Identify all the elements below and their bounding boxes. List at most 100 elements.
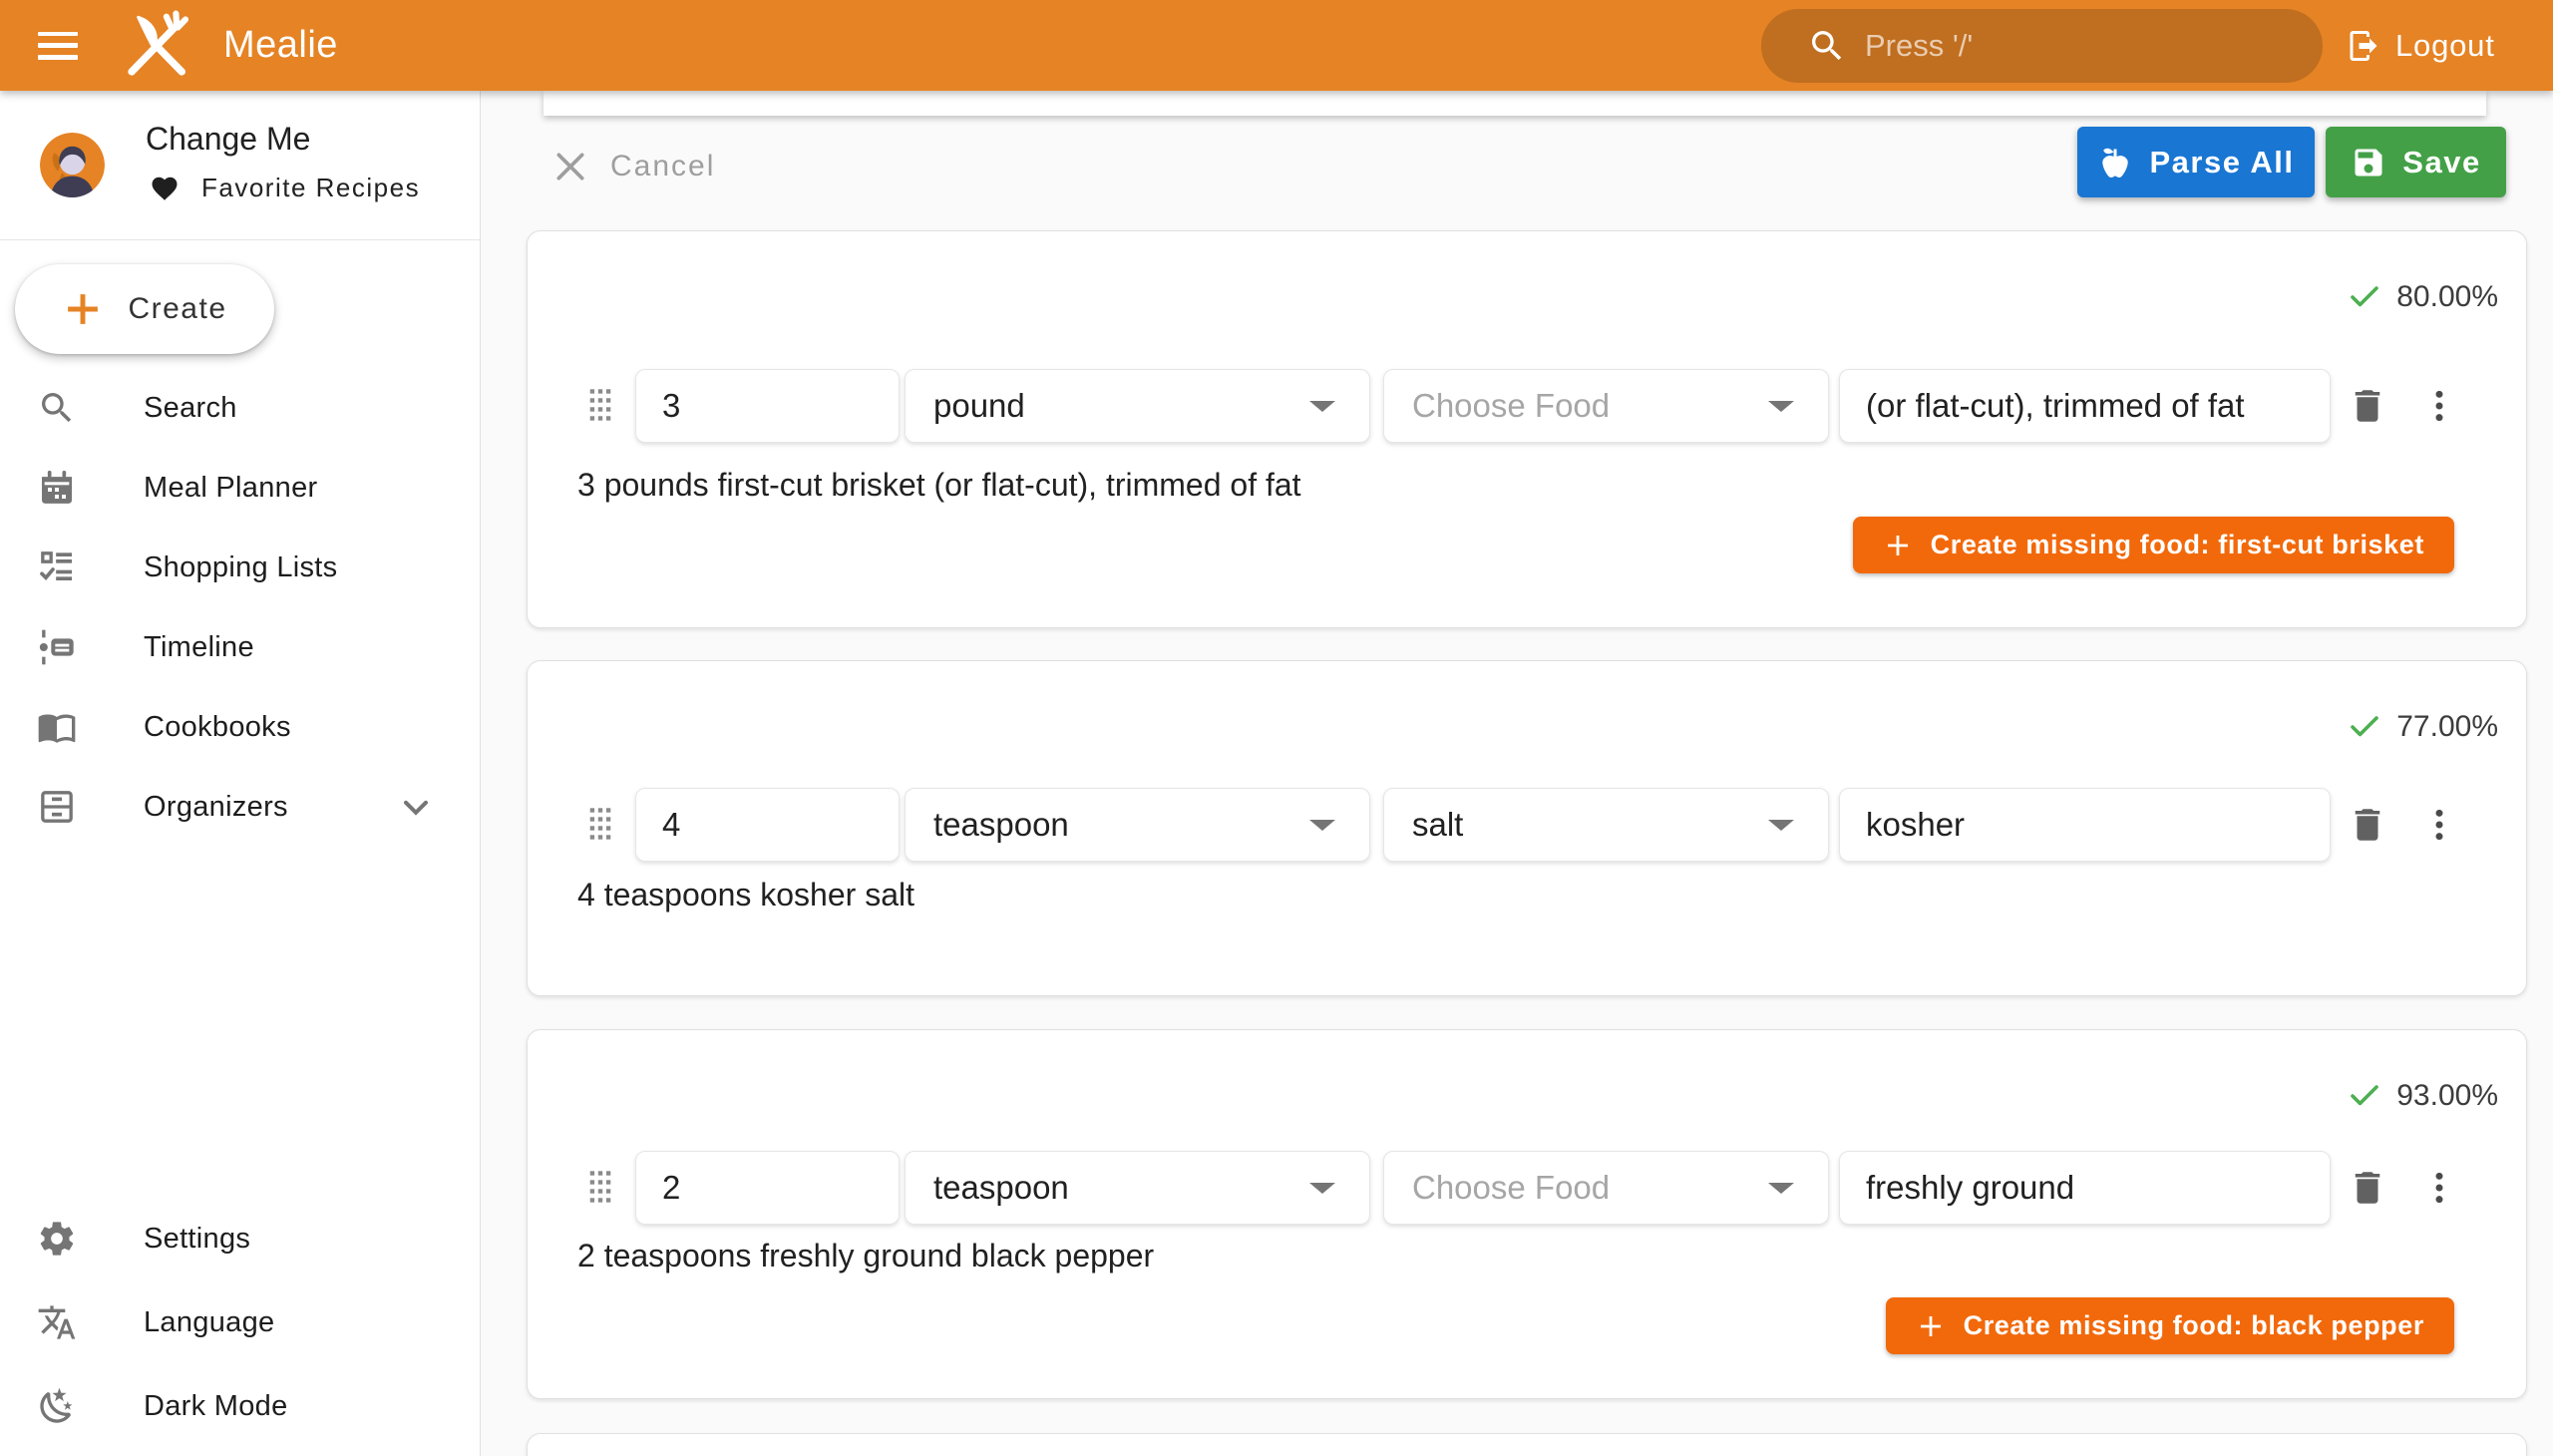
sidebar-item-cookbooks[interactable]: Cookbooks — [0, 687, 480, 767]
hamburger-menu-icon[interactable] — [38, 32, 78, 60]
delete-ingredient-button[interactable] — [2343, 797, 2392, 853]
more-options-button[interactable] — [2414, 1160, 2464, 1216]
dropdown-arrow-icon — [1309, 401, 1335, 412]
sidebar-item-label: Organizers — [144, 791, 288, 824]
note-input[interactable] — [1839, 788, 2331, 862]
kebab-menu-icon — [2419, 1168, 2459, 1208]
checklist-icon — [37, 547, 77, 587]
confidence-value: 80.00% — [2396, 280, 2498, 314]
unit-select[interactable]: teaspoon — [905, 788, 1370, 862]
apple-icon — [2097, 145, 2133, 181]
sidebar-item-label: Shopping Lists — [144, 551, 337, 584]
food-value: salt — [1412, 806, 1463, 844]
food-select[interactable]: salt — [1383, 788, 1829, 862]
sidebar-item-label: Search — [144, 392, 237, 425]
sidebar-item-label: Settings — [144, 1223, 250, 1256]
cancel-label: Cancel — [610, 150, 715, 183]
favorite-recipes-link[interactable]: Favorite Recipes — [150, 173, 420, 203]
logout-button[interactable]: Logout — [2346, 0, 2495, 91]
drag-handle-icon[interactable] — [587, 388, 613, 424]
mealie-logo-icon — [120, 9, 193, 83]
dropdown-arrow-icon — [1309, 820, 1335, 831]
sidebar-item-shopping-lists[interactable]: Shopping Lists — [0, 528, 480, 607]
food-select[interactable]: Choose Food — [1383, 1151, 1829, 1225]
quantity-input[interactable] — [635, 1151, 900, 1225]
cabinet-icon — [37, 787, 77, 827]
moon-icon — [37, 1386, 77, 1426]
check-icon — [2347, 709, 2382, 745]
favorite-recipes-label: Favorite Recipes — [201, 173, 420, 203]
ingredient-card: 77.00% teaspoon salt 4 teaspoons kos — [527, 660, 2527, 996]
search-bar[interactable] — [1761, 9, 2323, 83]
sidebar-item-language[interactable]: Language — [0, 1280, 480, 1364]
translate-icon — [37, 1302, 77, 1342]
more-options-button[interactable] — [2414, 378, 2464, 434]
logout-icon — [2346, 28, 2381, 64]
kebab-menu-icon — [2419, 805, 2459, 845]
sidebar: Change Me Favorite Recipes Create Search… — [0, 91, 481, 1456]
confidence-indicator: 93.00% — [2347, 1078, 2498, 1114]
create-button[interactable]: Create — [15, 264, 274, 354]
trash-icon — [2347, 804, 2388, 846]
quantity-input[interactable] — [635, 788, 900, 862]
heart-icon — [150, 174, 180, 203]
sidebar-nav: Search Meal Planner Shopping Lists — [0, 368, 480, 847]
cancel-button[interactable]: Cancel — [550, 139, 715, 194]
search-icon — [37, 388, 77, 428]
sidebar-item-label: Language — [144, 1306, 274, 1339]
gear-icon — [37, 1219, 77, 1259]
parse-all-button[interactable]: Parse All — [2077, 127, 2315, 197]
save-button[interactable]: Save — [2326, 127, 2506, 197]
sidebar-item-settings[interactable]: Settings — [0, 1197, 480, 1280]
save-disk-icon — [2351, 145, 2386, 181]
dropdown-arrow-icon — [1768, 820, 1794, 831]
plus-icon — [1916, 1311, 1946, 1341]
delete-ingredient-button[interactable] — [2343, 1160, 2392, 1216]
check-icon — [2347, 1078, 2382, 1114]
ingredient-field-row: teaspoon Choose Food — [528, 1151, 2526, 1225]
ingredient-card: 80.00% pound Choose Food 3 pounds fi — [527, 230, 2527, 628]
close-icon — [550, 147, 590, 186]
more-options-button[interactable] — [2414, 797, 2464, 853]
unit-value: teaspoon — [933, 806, 1069, 844]
plus-icon — [62, 288, 104, 330]
user-name: Change Me — [146, 121, 310, 158]
sidebar-item-search[interactable]: Search — [0, 368, 480, 448]
drag-handle-icon[interactable] — [587, 807, 613, 843]
note-input[interactable] — [1839, 369, 2331, 443]
sidebar-item-timeline[interactable]: Timeline — [0, 607, 480, 687]
original-ingredient-text: 3 pounds first-cut brisket (or flat-cut)… — [577, 467, 1301, 504]
delete-ingredient-button[interactable] — [2343, 378, 2392, 434]
search-input[interactable] — [1865, 28, 2293, 64]
profile-section: Change Me Favorite Recipes — [0, 91, 480, 240]
user-avatar[interactable] — [40, 133, 105, 197]
confidence-value: 77.00% — [2396, 710, 2498, 744]
note-input[interactable] — [1839, 1151, 2331, 1225]
ingredient-field-row: teaspoon salt — [528, 788, 2526, 862]
original-ingredient-text: 4 teaspoons kosher salt — [577, 877, 914, 913]
app-bar: Mealie Logout — [0, 0, 2553, 91]
confidence-indicator: 80.00% — [2347, 279, 2498, 315]
quantity-input[interactable] — [635, 369, 900, 443]
calendar-icon — [37, 468, 77, 508]
unit-select[interactable]: teaspoon — [905, 1151, 1370, 1225]
parse-all-label: Parse All — [2149, 145, 2294, 181]
app-title: Mealie — [223, 24, 338, 67]
logout-label: Logout — [2395, 28, 2495, 64]
food-select[interactable]: Choose Food — [1383, 369, 1829, 443]
sidebar-footer: Settings Language Dark Mode — [0, 1197, 480, 1448]
drag-handle-icon[interactable] — [587, 1170, 613, 1206]
sidebar-item-label: Cookbooks — [144, 711, 291, 744]
sidebar-item-dark-mode[interactable]: Dark Mode — [0, 1364, 480, 1448]
create-missing-food-button[interactable]: Create missing food: black pepper — [1886, 1297, 2454, 1354]
sidebar-item-label: Dark Mode — [144, 1390, 288, 1423]
sidebar-item-organizers[interactable]: Organizers — [0, 767, 480, 847]
unit-select[interactable]: pound — [905, 369, 1370, 443]
create-label: Create — [128, 292, 226, 326]
plus-icon — [1883, 531, 1913, 560]
food-placeholder: Choose Food — [1412, 387, 1610, 425]
food-placeholder: Choose Food — [1412, 1169, 1610, 1207]
create-missing-food-button[interactable]: Create missing food: first-cut brisket — [1853, 517, 2454, 573]
save-label: Save — [2402, 145, 2480, 181]
sidebar-item-meal-planner[interactable]: Meal Planner — [0, 448, 480, 528]
